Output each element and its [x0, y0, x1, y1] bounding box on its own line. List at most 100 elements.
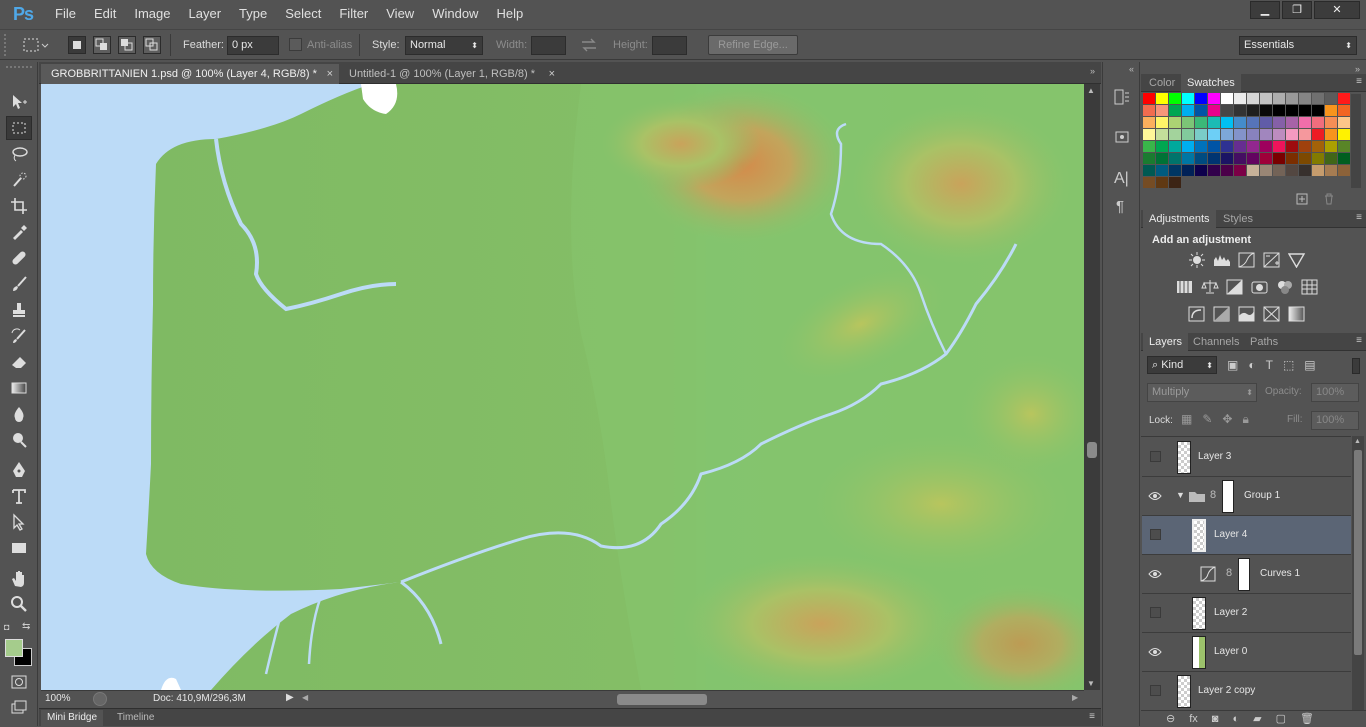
- menu-image[interactable]: Image: [125, 0, 179, 28]
- clone-stamp-tool-icon[interactable]: [6, 298, 32, 322]
- blur-tool-icon[interactable]: [6, 402, 32, 426]
- curves-icon[interactable]: [1238, 252, 1256, 268]
- color-swatch[interactable]: [1169, 105, 1181, 116]
- eye-icon[interactable]: [1148, 645, 1162, 659]
- smart-object-filter-icon[interactable]: ▤: [1304, 358, 1315, 374]
- color-swatch[interactable]: [1208, 129, 1220, 140]
- color-swatch[interactable]: [1325, 105, 1337, 116]
- quick-mask-icon[interactable]: [6, 670, 32, 694]
- scroll-up-icon[interactable]: ▲: [1354, 438, 1361, 445]
- expand-triangle-icon[interactable]: ▼: [1176, 490, 1185, 500]
- new-adjustment-layer-icon[interactable]: ◐: [1232, 713, 1239, 725]
- color-swatch[interactable]: [1247, 141, 1259, 152]
- tab-paths[interactable]: Paths: [1244, 333, 1284, 351]
- color-swatch[interactable]: [1195, 141, 1207, 152]
- color-swatch[interactable]: [1312, 165, 1324, 176]
- eye-icon[interactable]: [1148, 567, 1162, 581]
- pen-tool-icon[interactable]: [6, 458, 32, 482]
- visibility-toggle[interactable]: [1150, 529, 1161, 540]
- fill-input[interactable]: 100%: [1311, 411, 1359, 430]
- invert-icon[interactable]: [1188, 306, 1206, 322]
- eraser-tool-icon[interactable]: [6, 350, 32, 374]
- selective-color-icon[interactable]: [1263, 306, 1281, 322]
- mask-thumbnail[interactable]: [1222, 480, 1234, 513]
- scroll-thumb[interactable]: [1354, 450, 1362, 655]
- color-swatch[interactable]: [1260, 93, 1272, 104]
- add-mask-icon[interactable]: ◙: [1212, 713, 1219, 725]
- color-swatch[interactable]: [1234, 93, 1246, 104]
- color-swatch[interactable]: [1221, 93, 1233, 104]
- layer-filter-select[interactable]: ⌕ Kind ⬍: [1147, 356, 1217, 374]
- crop-tool-icon[interactable]: [6, 194, 32, 218]
- scroll-right-icon[interactable]: ▶: [1072, 693, 1078, 702]
- zoom-tool-icon[interactable]: [6, 592, 32, 616]
- tab-mini-bridge[interactable]: Mini Bridge: [41, 710, 104, 727]
- type-filter-icon[interactable]: T: [1266, 358, 1273, 374]
- properties-panel-icon[interactable]: [1113, 128, 1131, 149]
- lock-all-icon[interactable]: 🔒︎: [1242, 412, 1248, 427]
- new-selection-button[interactable]: [68, 36, 86, 54]
- visibility-toggle[interactable]: [1150, 607, 1161, 618]
- color-swatch[interactable]: [1143, 93, 1155, 104]
- color-swatch[interactable]: [1208, 93, 1220, 104]
- color-swatch[interactable]: [1312, 117, 1324, 128]
- lasso-tool-icon[interactable]: [6, 142, 32, 166]
- paragraph-panel-icon[interactable]: ¶: [1116, 198, 1124, 215]
- color-swatch[interactable]: [1325, 141, 1337, 152]
- collapse-icon[interactable]: »: [1090, 66, 1095, 76]
- vibrance-icon[interactable]: [1287, 252, 1306, 269]
- color-swatch[interactable]: [1338, 153, 1350, 164]
- color-swatch[interactable]: [1312, 93, 1324, 104]
- brush-tool-icon[interactable]: [6, 272, 32, 296]
- color-swatch[interactable]: [1182, 117, 1194, 128]
- color-swatch[interactable]: [1286, 129, 1298, 140]
- color-swatch[interactable]: [1286, 105, 1298, 116]
- tab-adjustments[interactable]: Adjustments: [1143, 210, 1216, 228]
- layer-row[interactable]: Layer 2 copy: [1142, 672, 1351, 710]
- color-swatch[interactable]: [1260, 165, 1272, 176]
- hand-tool-icon[interactable]: [6, 566, 32, 590]
- refine-edge-button[interactable]: Refine Edge...: [708, 35, 798, 55]
- play-icon[interactable]: ▶: [286, 692, 294, 703]
- layer-row[interactable]: Layer 3: [1142, 438, 1351, 477]
- tab-layers[interactable]: Layers: [1143, 333, 1189, 351]
- panel-menu-icon[interactable]: ≡: [1089, 711, 1095, 722]
- menu-file[interactable]: File: [46, 0, 85, 28]
- color-swatch[interactable]: [1169, 141, 1181, 152]
- color-swatch[interactable]: [1208, 105, 1220, 116]
- color-swatch[interactable]: [1156, 165, 1168, 176]
- scroll-left-icon[interactable]: ◀: [302, 693, 308, 702]
- color-swatch[interactable]: [1273, 141, 1285, 152]
- color-swatch[interactable]: [1143, 153, 1155, 164]
- color-swatch[interactable]: [1208, 141, 1220, 152]
- trash-icon[interactable]: [1323, 193, 1335, 208]
- color-swatch[interactable]: [1234, 141, 1246, 152]
- photo-filter-icon[interactable]: [1251, 279, 1269, 295]
- color-swatch[interactable]: [1143, 129, 1155, 140]
- canvas-vertical-scrollbar[interactable]: ▲ ▼: [1084, 84, 1100, 690]
- color-swatch[interactable]: [1195, 153, 1207, 164]
- color-swatch[interactable]: [1221, 105, 1233, 116]
- color-swatch[interactable]: [1143, 165, 1155, 176]
- close-button[interactable]: ✕: [1314, 1, 1360, 19]
- color-swatch[interactable]: [1286, 165, 1298, 176]
- color-swatch[interactable]: [1169, 153, 1181, 164]
- gradient-map-icon[interactable]: [1288, 306, 1306, 322]
- color-swatch[interactable]: [1338, 93, 1350, 104]
- tab-untitled-1[interactable]: Untitled-1 @ 100% (Layer 1, RGB/8) * ×: [339, 64, 561, 84]
- color-swatch[interactable]: [1169, 177, 1181, 188]
- screen-mode-icon[interactable]: [6, 696, 32, 720]
- color-swatch[interactable]: [1247, 129, 1259, 140]
- subtract-from-selection-button[interactable]: [118, 36, 136, 54]
- minimize-button[interactable]: ▁: [1250, 1, 1280, 19]
- menu-type[interactable]: Type: [230, 0, 276, 28]
- color-swatch[interactable]: [1338, 129, 1350, 140]
- color-swatch[interactable]: [1143, 141, 1155, 152]
- color-swatch[interactable]: [1325, 117, 1337, 128]
- color-swatch[interactable]: [1273, 105, 1285, 116]
- color-swatch[interactable]: [1182, 93, 1194, 104]
- color-swatch[interactable]: [1299, 105, 1311, 116]
- color-swatch[interactable]: [1338, 117, 1350, 128]
- path-selection-tool-icon[interactable]: [6, 510, 32, 534]
- color-swatch[interactable]: [1182, 129, 1194, 140]
